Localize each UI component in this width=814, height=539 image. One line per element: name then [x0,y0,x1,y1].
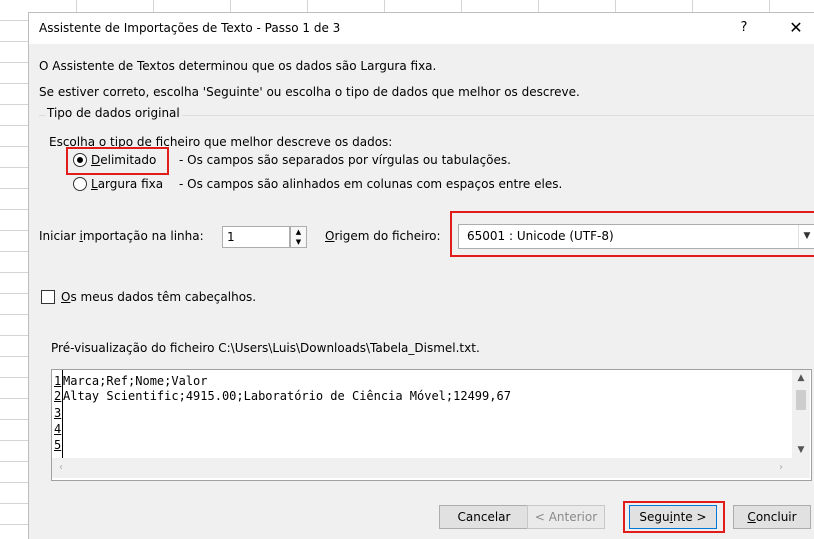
line-number: 2 [54,389,62,403]
fixed-width-description: - Os campos são alinhados em colunas com… [179,177,563,191]
line-text: Marca;Ref;Nome;Valor [63,374,208,388]
start-row-label: Iniciar importação na linha: [39,229,204,243]
title-bar: Assistente de Importações de Texto - Pas… [29,13,814,44]
scrollbar-corner [792,458,810,478]
fixed-width-label[interactable]: Largura fixa [91,177,163,191]
start-row-value: 1 [227,230,235,244]
help-button[interactable]: ? [733,18,755,38]
line-number: 1 [54,374,62,388]
intro-line-2: Se estiver correto, escolha 'Seguinte' o… [39,85,580,99]
headers-label-rest: s meus dados têm cabeçalhos. [70,290,257,304]
fixed-width-mnemonic: L [91,177,98,191]
file-origin-label-rest: rigem do ficheiro: [334,229,441,243]
close-icon[interactable]: ✕ [781,17,811,39]
start-row-label-pre: Iniciar [39,229,80,243]
preview-label: Pré-visualização do ficheiro C:\Users\Lu… [51,341,480,355]
start-row-input[interactable]: 1 [222,226,290,248]
scroll-down-icon[interactable]: ▼ [792,442,810,458]
finish-label-rest: oncluir [755,510,797,524]
fixed-width-label-rest: argura fixa [97,177,164,191]
group-title: Tipo de dados original [45,106,182,120]
start-row-label-post: mportação na linha: [82,229,204,243]
intro-line-1: O Assistente de Textos determinou que os… [39,59,437,73]
scroll-left-icon[interactable]: ‹ [52,458,70,478]
text-import-wizard-dialog: Assistente de Importações de Texto - Pas… [28,12,814,539]
line-number: 4 [54,422,62,436]
line-text: Altay Scientific;4915.00;Laboratório de … [63,389,511,403]
back-button[interactable]: < Anterior [527,505,605,529]
next-button-highlight [623,501,725,533]
headers-checkbox[interactable] [41,290,55,304]
delimited-description: - Os campos são separados por vírgulas o… [179,153,511,167]
preview-lines: 1 Marca;Ref;Nome;Valor 2 Altay Scientific;… [52,370,792,458]
finish-label-mnemonic: C [747,510,756,524]
scroll-thumb[interactable] [796,390,806,410]
horizontal-scrollbar[interactable]: ‹ › [52,458,792,478]
file-origin-label: Origem do ficheiro: [325,229,441,243]
finish-button[interactable]: Concluir [733,505,811,529]
spin-down-icon[interactable]: ▼ [291,237,306,247]
cancel-button[interactable]: Cancelar [439,505,529,529]
scroll-up-icon[interactable]: ▲ [792,370,810,386]
fixed-width-radio[interactable] [73,177,87,191]
dialog-title: Assistente de Importações de Texto - Pas… [39,21,341,35]
headers-label[interactable]: Os meus dados têm cabeçalhos. [61,290,256,304]
delimited-highlight [66,147,169,175]
spin-up-icon[interactable]: ▲ [291,227,306,237]
line-number: 3 [54,406,62,420]
preview-pane[interactable]: 1 Marca;Ref;Nome;Valor 2 Altay Scientific;… [51,369,812,481]
line-number: 5 [54,438,62,452]
file-origin-highlight [450,211,814,257]
vertical-scrollbar[interactable]: ▲ ▼ [792,370,810,458]
scroll-right-icon[interactable]: › [772,458,790,478]
spreadsheet-column-lines [0,0,814,12]
start-row-spinner[interactable]: ▲ ▼ [290,226,307,248]
